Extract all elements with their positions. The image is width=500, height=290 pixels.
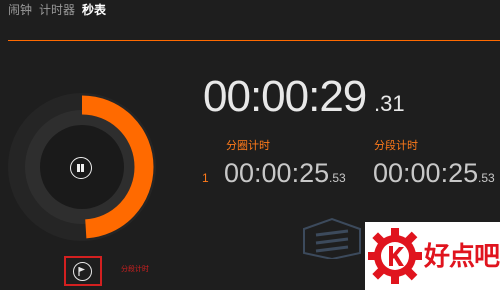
lap-time-fraction: .53 — [329, 171, 346, 185]
flag-icon — [78, 267, 85, 276]
annotation-label: 分段计时 — [121, 265, 149, 273]
tab-alarm[interactable]: 闹钟 — [8, 1, 32, 18]
lap-time-header: 分圈计时 — [226, 139, 270, 152]
watermark-text: 好点吧 — [424, 242, 500, 272]
header-divider — [8, 40, 500, 41]
pause-button[interactable] — [70, 157, 92, 179]
split-time-header: 分段计时 — [374, 139, 418, 152]
split-time-fraction: .53 — [478, 171, 495, 185]
watermark-tag-icon — [303, 217, 361, 259]
stopwatch-dial — [7, 92, 157, 242]
lap-button-highlight — [64, 256, 102, 286]
top-tabs: 闹钟 计时器 秒表 — [8, 1, 106, 18]
lap-time: 00:00:25 — [224, 158, 330, 188]
lap-number: 1 — [202, 171, 209, 185]
split-time: 00:00:25 — [373, 158, 479, 188]
gear-logo-icon — [368, 228, 422, 284]
pause-icon — [77, 164, 80, 172]
tab-timer[interactable]: 计时器 — [39, 1, 75, 18]
tab-stopwatch[interactable]: 秒表 — [82, 1, 106, 18]
watermark-logo: 好点吧 — [365, 222, 500, 290]
elapsed-fraction: .31 — [374, 91, 405, 116]
elapsed-time: 00:00:29 — [203, 72, 367, 121]
lap-button[interactable] — [73, 262, 92, 281]
